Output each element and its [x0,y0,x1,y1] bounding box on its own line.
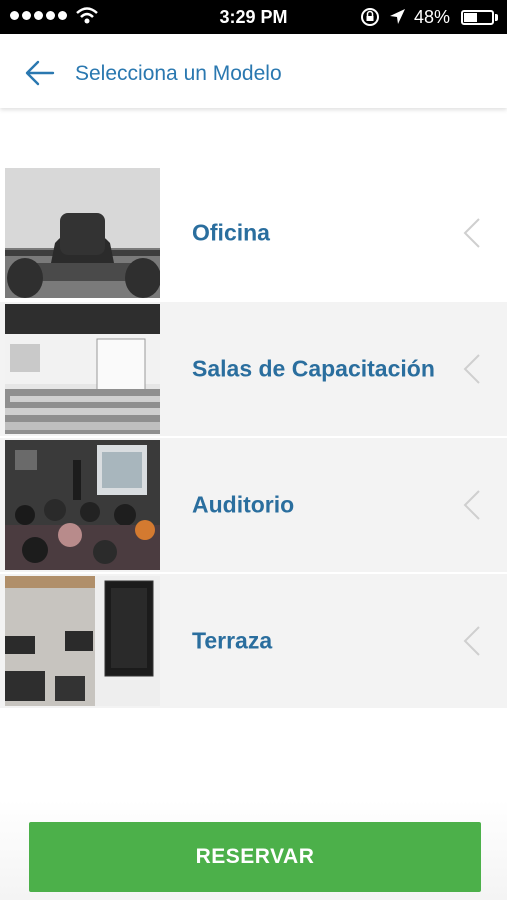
status-bar: 3:29 PM 48% [0,0,507,34]
arrow-left-icon[interactable] [25,60,55,86]
model-item-oficina[interactable]: Oficina [0,166,507,300]
battery-percent: 48% [414,7,451,27]
terrace-photo [5,576,160,706]
reserve-button[interactable]: RESERVAR [29,822,481,892]
model-item-salas[interactable]: Salas de Capacitación [0,302,507,436]
chevron-left-icon [463,626,480,656]
page-title: Selecciona un Modelo [75,62,282,85]
header-bar: Selecciona un Modelo [0,34,507,108]
chevron-left-icon [463,490,480,520]
battery-tip [495,14,498,21]
model-label-auditorio: Auditorio [192,491,295,518]
office-chair-photo [5,168,160,298]
auditorium-photo [5,440,160,570]
rotation-lock-icon [361,8,379,26]
model-item-terraza[interactable]: Terraza [0,574,507,708]
chevron-left-icon [463,218,480,248]
chevron-left-icon [463,354,480,384]
model-list: Oficina Salas de Capacitación Auditorio … [0,166,507,710]
battery-fill [464,13,477,22]
model-label-terraza: Terraza [192,627,273,654]
training-room-photo [5,304,160,434]
battery-icon [461,10,494,25]
model-label-salas: Salas de Capacitación [192,355,435,382]
model-item-auditorio[interactable]: Auditorio [0,438,507,572]
model-label-oficina: Oficina [192,219,270,246]
location-arrow-icon [390,9,405,24]
